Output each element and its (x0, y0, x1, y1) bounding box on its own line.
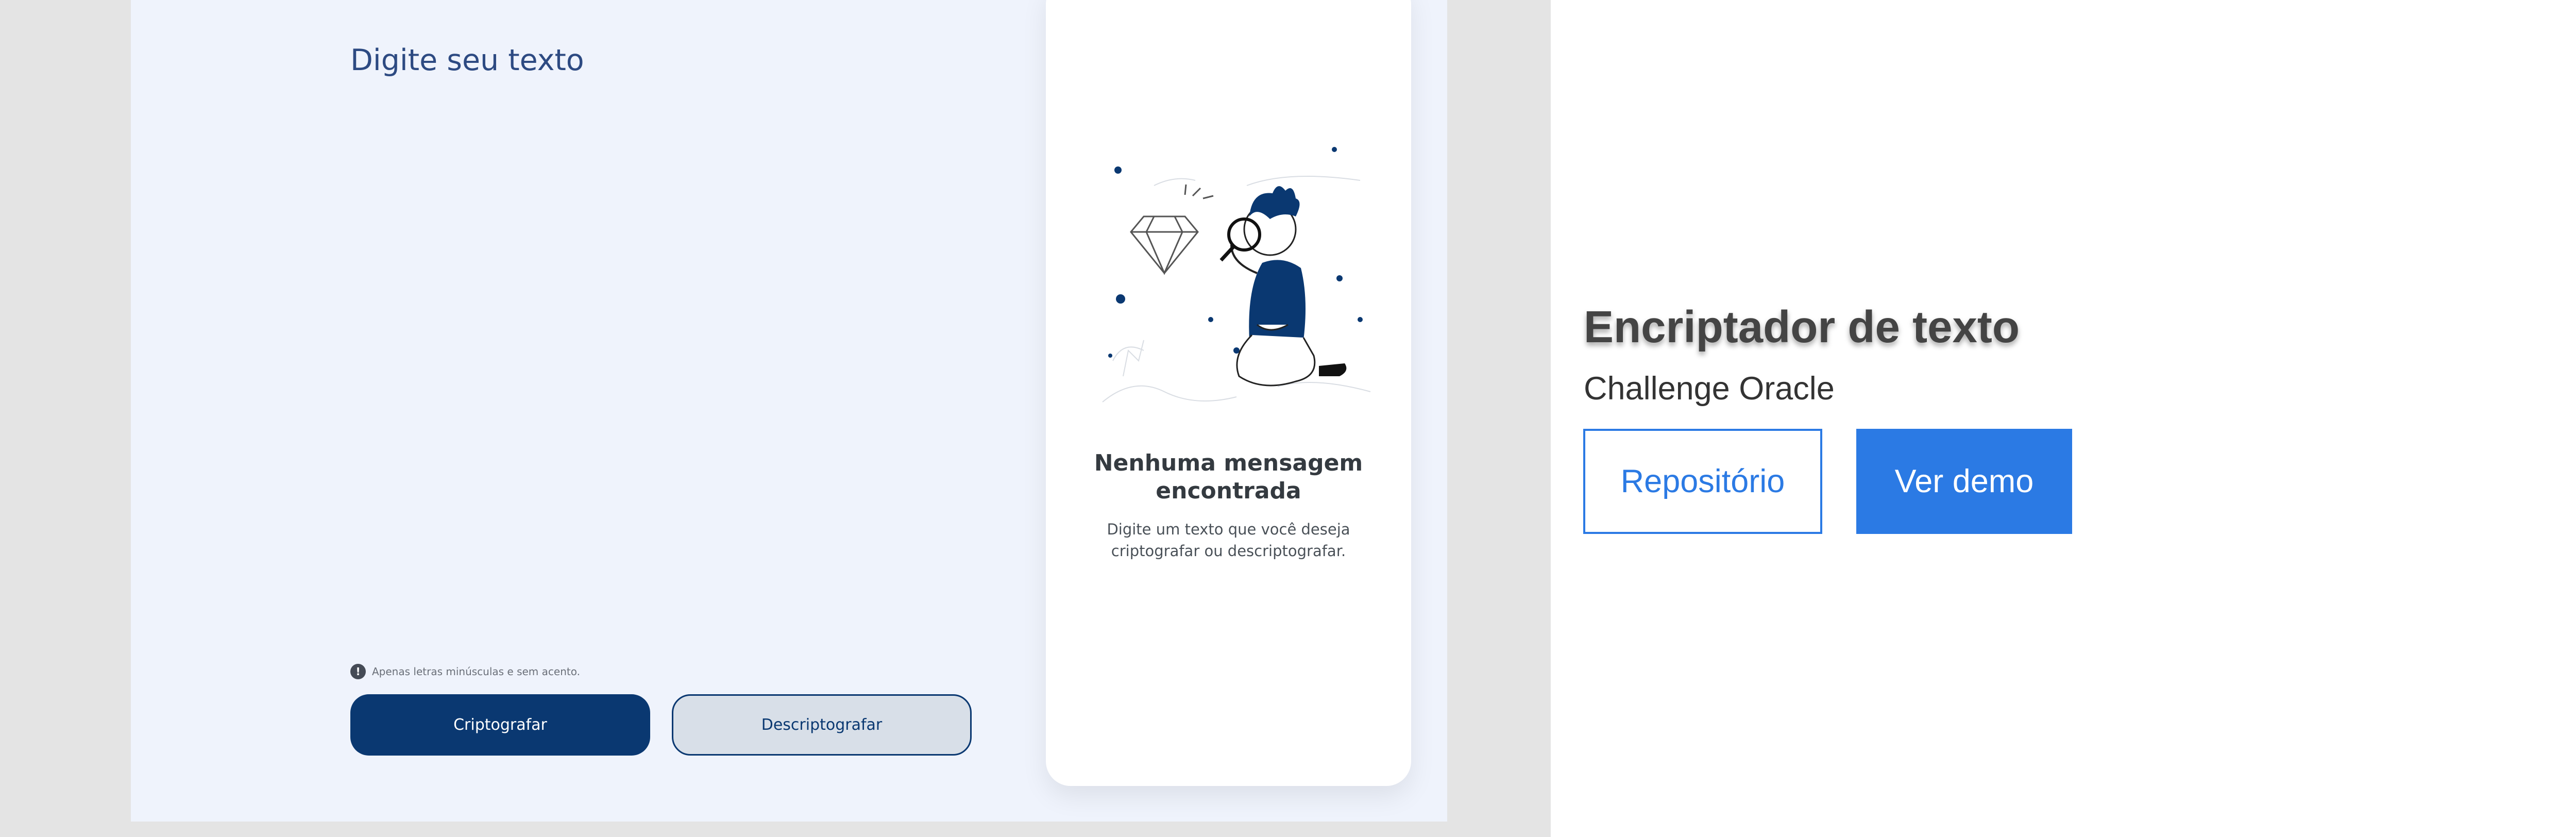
info-icon: ! (350, 664, 366, 679)
empty-title-line-2: encontrada (1156, 478, 1301, 504)
warning-text: Apenas letras minúsculas e sem acento. (372, 665, 580, 678)
empty-sub-line-1: Digite um texto que você deseja (1107, 521, 1350, 538)
empty-state-title: Nenhuma mensagem encontrada (1046, 449, 1411, 505)
screenshot-pane: Digite seu texto ! Apenas letras minúscu… (0, 0, 1551, 837)
boy-with-magnifier-illustration (1102, 147, 1371, 403)
repository-button[interactable]: Repositório (1583, 429, 1822, 534)
warning-note: ! Apenas letras minúsculas e sem acento. (350, 664, 580, 679)
app-preview-image: Digite seu texto ! Apenas letras minúscu… (131, 0, 1447, 822)
decrypt-button: Descriptografar (672, 694, 972, 756)
empty-sub-line-2: criptografar ou descriptografar. (1111, 542, 1346, 560)
encrypt-button: Criptografar (350, 694, 650, 756)
project-title: Encriptador de texto (1584, 302, 2020, 352)
empty-state-subtitle: Digite um texto que você deseja criptogr… (1046, 518, 1411, 562)
empty-title-line-1: Nenhuma mensagem (1094, 450, 1363, 476)
text-input-placeholder: Digite seu texto (350, 43, 584, 77)
view-demo-button[interactable]: Ver demo (1856, 429, 2072, 534)
project-subtitle: Challenge Oracle (1584, 371, 1835, 407)
result-card: Nenhuma mensagem encontrada Digite um te… (1046, 0, 1411, 786)
